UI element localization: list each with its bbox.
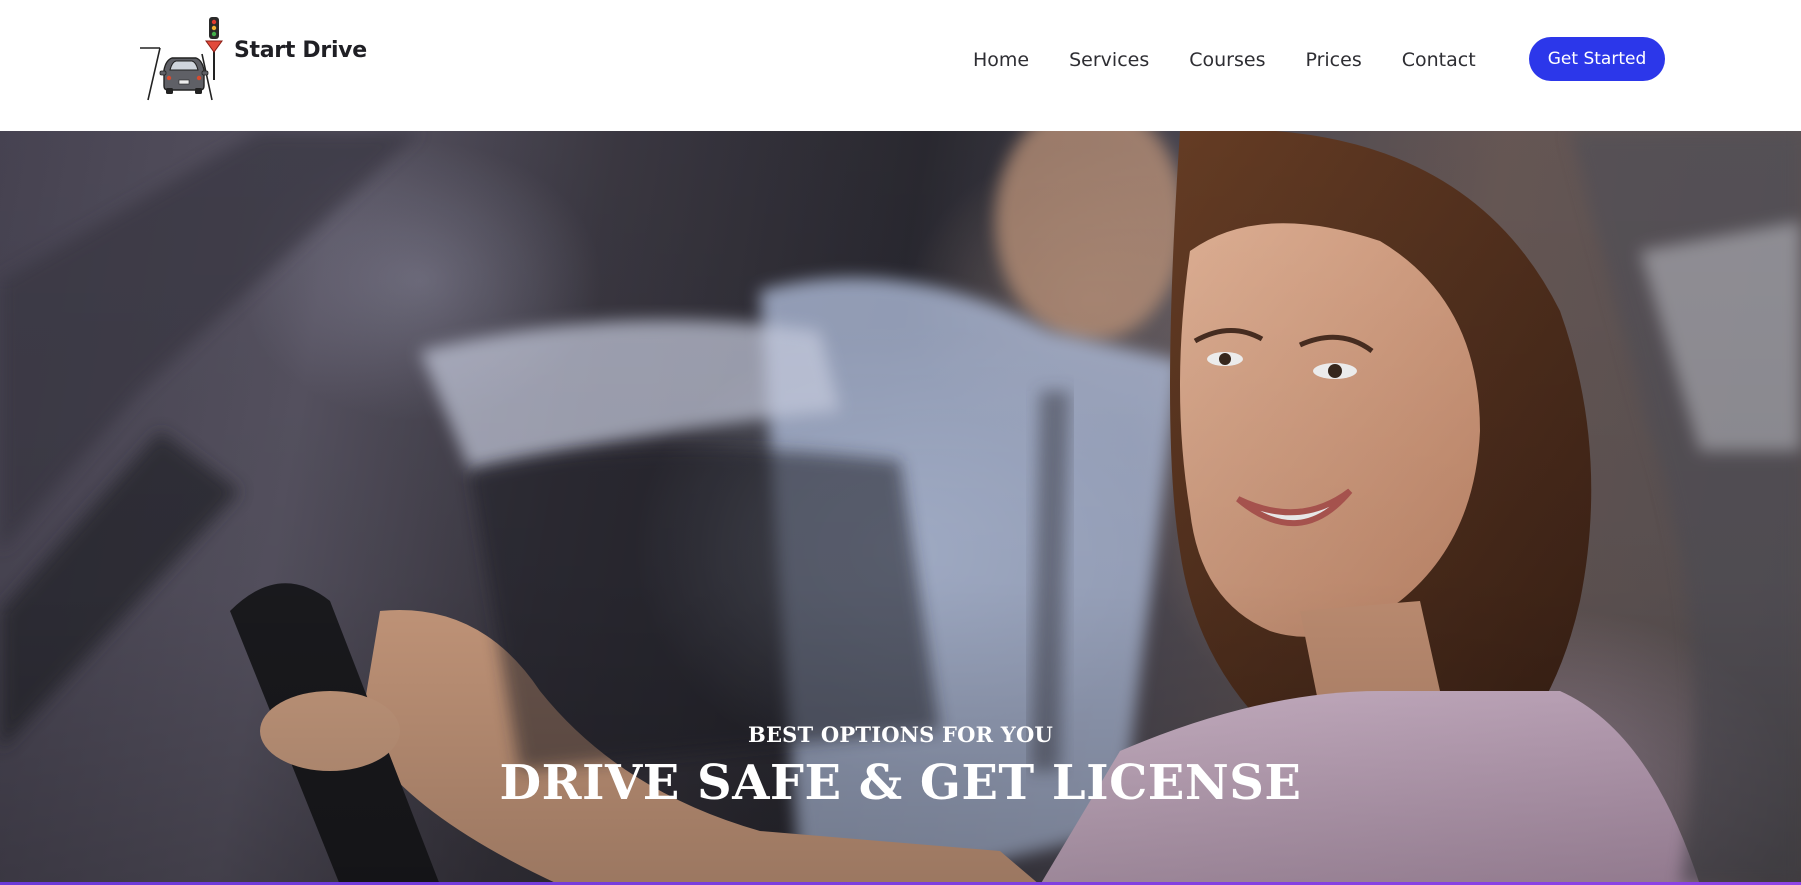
site-header: Start Drive Home Services Courses Prices… bbox=[0, 0, 1801, 131]
hero-title: DRIVE SAFE & GET LICENSE bbox=[499, 755, 1302, 811]
brand-logo-link[interactable]: Start Drive bbox=[138, 14, 367, 104]
hero-section: BEST OPTIONS FOR YOU DRIVE SAFE & GET LI… bbox=[0, 131, 1801, 885]
hero-eyebrow: BEST OPTIONS FOR YOU bbox=[748, 722, 1053, 747]
get-started-button[interactable]: Get Started bbox=[1529, 37, 1665, 81]
nav-services[interactable]: Services bbox=[1069, 49, 1149, 71]
nav-contact[interactable]: Contact bbox=[1402, 49, 1476, 71]
brand-name: Start Drive bbox=[234, 37, 367, 63]
nav-courses[interactable]: Courses bbox=[1189, 49, 1265, 71]
car-traffic-light-icon bbox=[140, 17, 223, 101]
main-nav: Home Services Courses Prices Contact bbox=[973, 44, 1476, 76]
nav-prices[interactable]: Prices bbox=[1305, 49, 1361, 71]
nav-home[interactable]: Home bbox=[973, 49, 1029, 71]
